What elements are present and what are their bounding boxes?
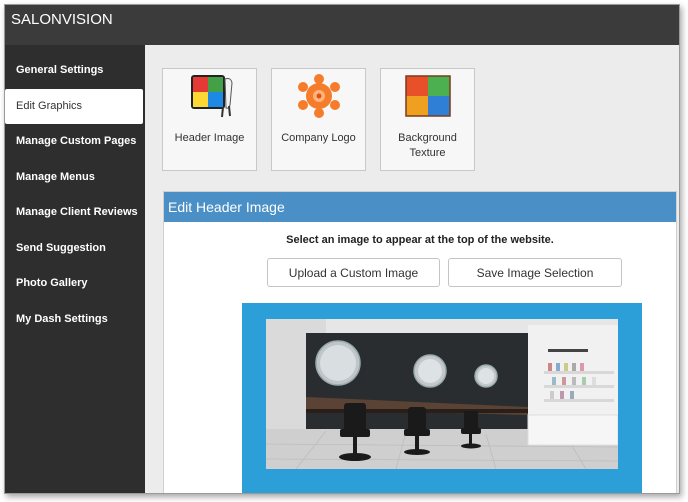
header-image-preview [242, 303, 642, 493]
tile-header-image[interactable]: Header Image [162, 68, 257, 171]
upload-custom-image-button[interactable]: Upload a Custom Image [267, 258, 440, 287]
sidebar: General Settings Edit Graphics Manage Cu… [5, 45, 145, 493]
tile-company-logo[interactable]: Company Logo [271, 68, 366, 171]
header-image-icon [191, 75, 233, 118]
tile-label: Background Texture [381, 131, 474, 161]
main-content: Header Image Company Logo Background Tex… [145, 45, 679, 493]
sidebar-item-manage-custom-pages[interactable]: Manage Custom Pages [5, 124, 145, 160]
salon-photo[interactable] [266, 319, 618, 469]
app-window: SALONVISION General Settings Edit Graphi… [4, 4, 680, 494]
tile-label: Company Logo [281, 132, 356, 144]
sidebar-item-my-dash-settings[interactable]: My Dash Settings [5, 302, 145, 338]
tile-label-line2: Texture [409, 147, 446, 159]
tile-label: Header Image [174, 132, 245, 144]
save-image-selection-button[interactable]: Save Image Selection [448, 258, 622, 287]
panel-title: Edit Header Image [164, 192, 676, 222]
tile-background-texture[interactable]: Background Texture [380, 68, 475, 171]
sidebar-item-manage-client-reviews[interactable]: Manage Client Reviews [5, 195, 145, 231]
app-title: SALONVISION [11, 11, 113, 28]
sidebar-item-photo-gallery[interactable]: Photo Gallery [5, 266, 145, 302]
edit-header-image-panel: Edit Header Image Select an image to app… [163, 191, 677, 493]
sidebar-item-general-settings[interactable]: General Settings [5, 53, 145, 89]
top-bar: SALONVISION [5, 5, 679, 45]
salon-interior-image [266, 319, 618, 469]
tile-label-line1: Background [398, 132, 457, 144]
sidebar-item-edit-graphics[interactable]: Edit Graphics [5, 88, 143, 124]
panel-instruction: Select an image to appear at the top of … [286, 234, 554, 246]
background-texture-icon [405, 75, 451, 117]
company-logo-icon [298, 74, 340, 118]
sidebar-item-manage-menus[interactable]: Manage Menus [5, 160, 145, 196]
sidebar-item-send-suggestion[interactable]: Send Suggestion [5, 231, 145, 267]
